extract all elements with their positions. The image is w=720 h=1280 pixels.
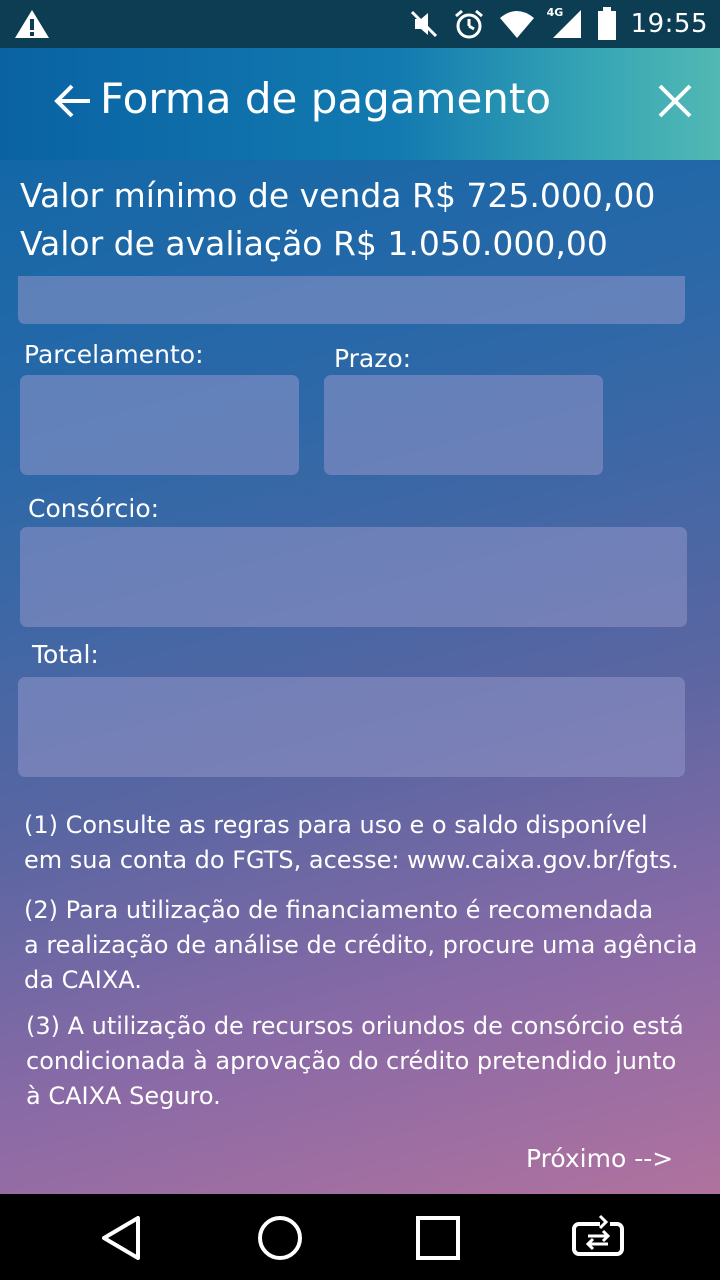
warning-icon <box>15 10 49 38</box>
note-3: (3) A utilização de recursos oriundos de… <box>26 1009 684 1114</box>
note-3-line-3: à CAIXA Seguro. <box>26 1082 221 1110</box>
parcelamento-field[interactable] <box>20 375 299 475</box>
wifi-icon <box>499 11 534 38</box>
consorcio-label: Consórcio: <box>28 494 160 523</box>
note-2-line-3: da CAIXA. <box>24 966 142 994</box>
app-bar: Forma de pagamento <box>0 48 720 160</box>
note-2: (2) Para utilização de financiamento é r… <box>24 893 698 998</box>
minimum-sale-value: Valor mínimo de venda R$ 725.000,00 <box>20 176 656 215</box>
consorcio-field[interactable] <box>20 527 687 627</box>
alarm-icon <box>454 9 483 39</box>
page-title: Forma de pagamento <box>100 74 552 123</box>
recents-square-icon[interactable] <box>414 1214 462 1262</box>
main-content: Forma de pagamento Valor mínimo de venda… <box>0 48 720 1194</box>
navigation-bar <box>0 1194 720 1280</box>
note-3-line-2: condicionada à aprovação do crédito pret… <box>26 1047 677 1075</box>
note-2-line-1: (2) Para utilização de financiamento é r… <box>24 896 654 924</box>
prazo-field[interactable] <box>324 375 603 475</box>
appraisal-value: Valor de avaliação R$ 1.050.000,00 <box>20 224 608 263</box>
total-label: Total: <box>32 640 99 669</box>
rotate-screen-icon[interactable] <box>570 1214 626 1262</box>
note-1: (1) Consulte as regras para uso e o sald… <box>24 808 679 878</box>
note-2-line-2: a realização de análise de crédito, proc… <box>24 931 698 959</box>
top-field[interactable] <box>18 276 685 324</box>
note-3-line-1: (3) A utilização de recursos oriundos de… <box>26 1012 684 1040</box>
home-circle-icon[interactable] <box>256 1214 304 1262</box>
back-triangle-icon[interactable] <box>98 1214 146 1262</box>
note-1-line-2: em sua conta do FGTS, acesse: www.caixa.… <box>24 846 679 874</box>
prazo-label: Prazo: <box>334 344 412 373</box>
arrow-left-icon[interactable] <box>50 78 96 124</box>
status-bar: 4G 19:55 <box>0 0 720 48</box>
total-field[interactable] <box>18 677 685 777</box>
status-time: 19:55 <box>630 9 708 39</box>
parcelamento-label: Parcelamento: <box>24 340 204 369</box>
close-icon[interactable] <box>656 82 694 120</box>
next-button[interactable]: Próximo --> <box>526 1144 673 1173</box>
note-1-line-1: (1) Consulte as regras para uso e o sald… <box>24 811 648 839</box>
battery-icon <box>597 7 616 40</box>
signal-icon: 4G <box>547 6 583 40</box>
mute-icon <box>410 10 437 38</box>
